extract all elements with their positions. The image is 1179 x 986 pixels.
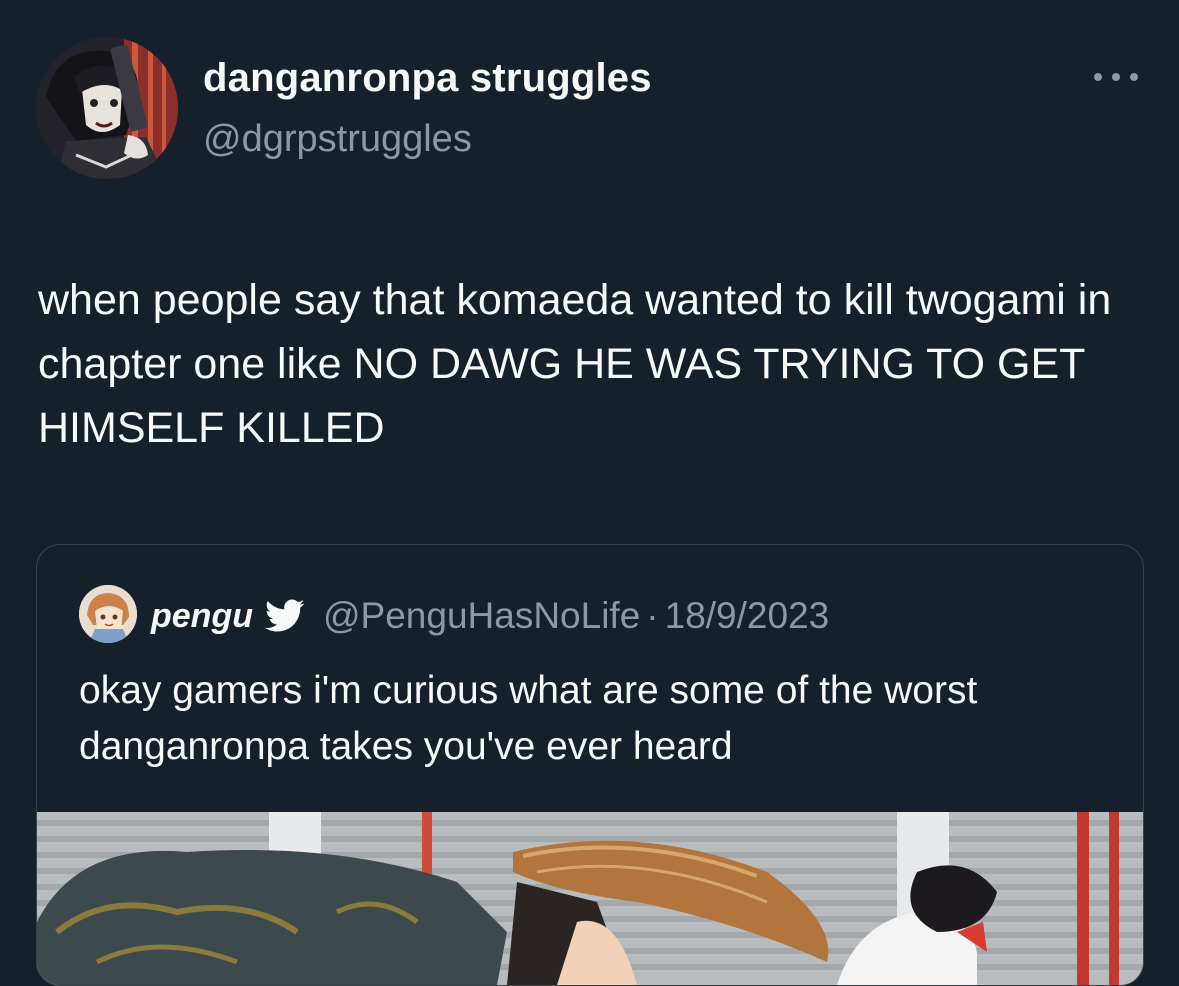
more-dot	[1112, 73, 1120, 81]
tweet-text: when people say that komaeda wanted to k…	[38, 276, 1112, 452]
quoted-author-avatar[interactable]	[79, 585, 137, 643]
twitter-bird-icon	[264, 599, 305, 632]
more-dot	[1130, 73, 1138, 81]
quoted-author-name[interactable]: pengu	[151, 597, 253, 636]
more-dot	[1094, 73, 1102, 81]
avatar-image	[36, 37, 178, 179]
profile-avatar[interactable]	[36, 37, 178, 179]
quoted-tweet-card[interactable]: pengu @PenguHasNoLife · 18/9/2023 okay g…	[36, 544, 1144, 986]
quoted-author-handle[interactable]: @PenguHasNoLife	[323, 595, 640, 637]
quoted-tweet-date[interactable]: 18/9/2023	[665, 595, 830, 637]
quoted-avatar-image	[79, 585, 137, 643]
quoted-tweet-header: pengu @PenguHasNoLife · 18/9/2023	[151, 591, 829, 641]
author-display-name[interactable]: danganronpa struggles	[203, 56, 652, 101]
more-options-icon[interactable]	[1094, 70, 1138, 84]
quoted-tweet-text: okay gamers i'm curious what are some of…	[79, 669, 978, 768]
anime-screenshot-image	[37, 812, 1143, 985]
author-handle[interactable]: @dgrpstruggles	[203, 118, 472, 161]
quoted-tweet-media[interactable]	[37, 812, 1143, 985]
separator-dot: ·	[646, 595, 659, 636]
